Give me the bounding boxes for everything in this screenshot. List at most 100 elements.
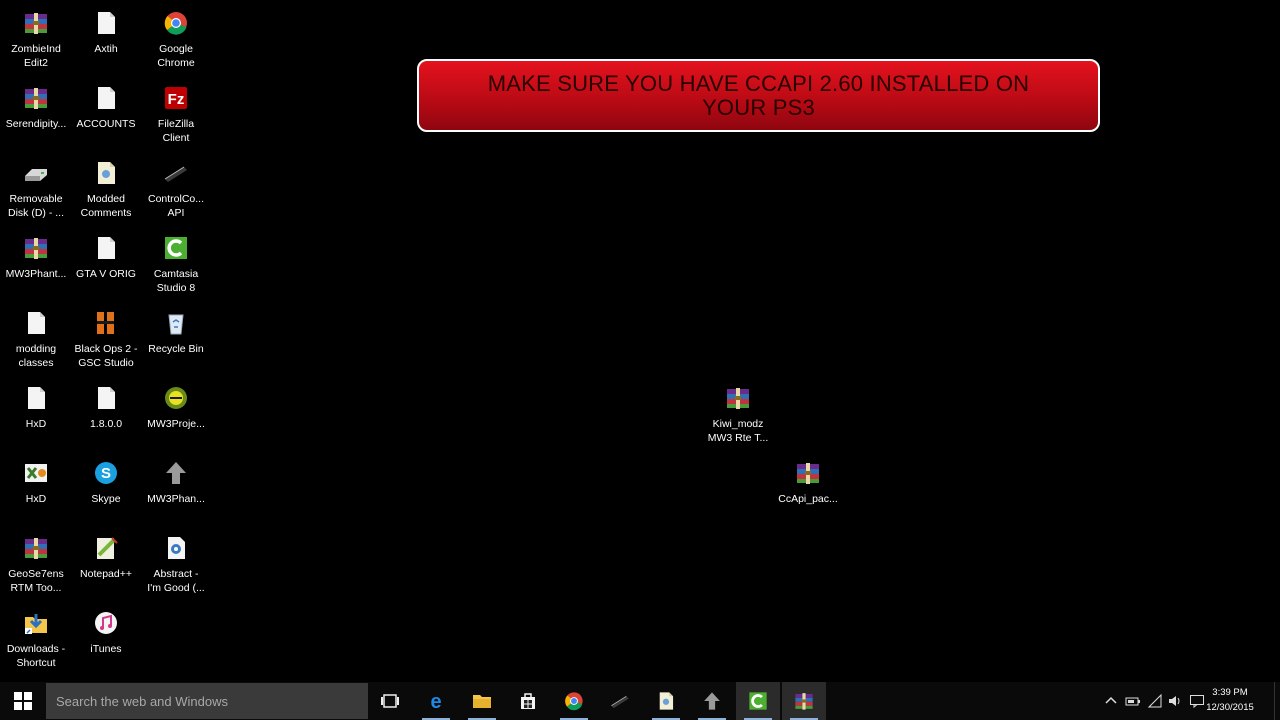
downloads-shortcut-icon	[21, 608, 51, 638]
desktop-icon-label: HxD	[25, 493, 47, 505]
desktop-icon[interactable]: 1.8.0.0	[71, 383, 141, 431]
battery-icon[interactable]	[1122, 682, 1144, 720]
chrome-icon	[563, 690, 585, 712]
control-console-api-icon	[609, 690, 631, 712]
desktop-icon-label: 1.8.0.0	[89, 418, 123, 430]
desktop-icon-label: HxD	[25, 418, 47, 430]
taskbar-button-mw3-phantom[interactable]	[690, 682, 734, 720]
store-icon	[517, 690, 539, 712]
text-file-icon	[91, 158, 121, 188]
desktop-icon[interactable]: modding classes	[1, 308, 71, 370]
winrar-archive-icon	[21, 83, 51, 113]
document-icon	[91, 8, 121, 38]
document-icon	[91, 83, 121, 113]
document-icon	[21, 308, 51, 338]
taskbar-button-store[interactable]	[506, 682, 550, 720]
desktop-icon[interactable]: HxD	[1, 383, 71, 431]
desktop-icon[interactable]: Camtasia Studio 8	[141, 233, 211, 295]
camtasia-icon	[161, 233, 191, 263]
desktop-icon[interactable]: HxD	[1, 458, 71, 506]
notifications-icon[interactable]	[1186, 682, 1208, 720]
desktop-icon-label: Camtasia Studio 8	[153, 268, 199, 294]
taskbar-button-controlconsole[interactable]	[598, 682, 642, 720]
desktop-icon[interactable]: Abstract - I'm Good (...	[141, 533, 211, 595]
text-file-icon	[655, 690, 677, 712]
desktop-icon-label: Skype	[91, 493, 121, 505]
notepad-plus-plus-icon	[91, 533, 121, 563]
chevron-up-icon[interactable]	[1100, 682, 1122, 720]
desktop-icon-label: ZombieInd Edit2	[11, 43, 61, 69]
desktop-icon[interactable]: Removable Disk (D) - ...	[1, 158, 71, 220]
svg-text:S: S	[101, 465, 111, 482]
taskbar: e 3:39 PM 12/30/2015	[0, 682, 1280, 720]
windows-logo-icon	[14, 692, 32, 710]
desktop-icon[interactable]: MW3Phan...	[141, 458, 211, 506]
document-icon	[91, 383, 121, 413]
desktop-icon[interactable]: MW3Proje...	[141, 383, 211, 431]
desktop-icon-label: ControlCo... API	[147, 193, 205, 219]
desktop-icon-label: Black Ops 2 - GSC Studio	[74, 343, 138, 369]
desktop-icon[interactable]: MW3Phant...	[1, 233, 71, 281]
taskbar-button-task-view[interactable]	[368, 682, 412, 720]
desktop-icon[interactable]: Kiwi_modz MW3 Rte T...	[703, 383, 773, 445]
desktop-icon[interactable]: Serendipity...	[1, 83, 71, 131]
desktop-icon-label: Removable Disk (D) - ...	[8, 193, 64, 219]
desktop-icon[interactable]: Fz FileZilla Client	[141, 83, 211, 145]
banner-text: MAKE SURE YOU HAVE CCAPI 2.60 INSTALLED …	[487, 70, 1030, 120]
mw3-phantom-icon	[701, 690, 723, 712]
desktop-icon[interactable]: Downloads - Shortcut	[1, 608, 71, 670]
desktop-icon[interactable]: ControlCo... API	[141, 158, 211, 220]
desktop-icon[interactable]: GeoSe7ens RTM Too...	[1, 533, 71, 595]
winrar-archive-icon	[21, 533, 51, 563]
desktop-icon[interactable]: iTunes	[71, 608, 141, 656]
edge-icon: e	[425, 690, 447, 712]
winrar-archive-icon	[793, 690, 815, 712]
desktop-icon-label: Notepad++	[80, 568, 132, 580]
show-desktop-button[interactable]	[1274, 682, 1280, 720]
audio-file-icon	[161, 533, 191, 563]
desktop-icon-label: Axtih	[94, 43, 118, 55]
desktop-icon[interactable]: ACCOUNTS	[71, 83, 141, 131]
desktop-icon[interactable]: Recycle Bin	[141, 308, 211, 356]
start-button[interactable]	[0, 682, 46, 720]
winrar-archive-icon	[793, 458, 823, 488]
gsc-studio-icon	[91, 308, 121, 338]
skype-icon: S	[91, 458, 121, 488]
desktop-icon[interactable]: Modded Comments	[71, 158, 141, 220]
desktop-icon-label: GeoSe7ens RTM Too...	[8, 568, 64, 594]
desktop-icon[interactable]: ZombieInd Edit2	[1, 8, 71, 70]
desktop-icon[interactable]: GTA V ORIG	[71, 233, 141, 281]
taskbar-button-camtasia[interactable]	[736, 682, 780, 720]
mw3-phantom-icon	[161, 458, 191, 488]
desktop-icon-label: Modded Comments	[80, 193, 132, 219]
desktop-icon-label: Kiwi_modz MW3 Rte T...	[707, 418, 769, 444]
hxd-app-icon	[21, 458, 51, 488]
taskbar-button-chrome[interactable]	[552, 682, 596, 720]
taskbar-button-notepad[interactable]	[644, 682, 688, 720]
folder-icon	[471, 690, 493, 712]
desktop-icon[interactable]: S Skype	[71, 458, 141, 506]
desktop-icon-label: MW3Phan...	[147, 493, 205, 505]
search-input[interactable]	[46, 683, 368, 719]
svg-text:e: e	[430, 691, 441, 712]
taskbar-button-edge[interactable]: e	[414, 682, 458, 720]
winrar-archive-icon	[723, 383, 753, 413]
winrar-archive-icon	[21, 233, 51, 263]
taskbar-button-winrar[interactable]	[782, 682, 826, 720]
desktop-icon-label: iTunes	[90, 643, 122, 655]
winrar-archive-icon	[21, 8, 51, 38]
desktop-icon[interactable]: Black Ops 2 - GSC Studio	[71, 308, 141, 370]
desktop-icon[interactable]: Google Chrome	[141, 8, 211, 70]
volume-icon[interactable]	[1164, 682, 1186, 720]
task-view-icon	[379, 690, 401, 712]
desktop-icon[interactable]: Axtih	[71, 8, 141, 56]
removable-drive-icon	[21, 158, 51, 188]
taskbar-button-file-explorer[interactable]	[460, 682, 504, 720]
itunes-icon	[91, 608, 121, 638]
warning-banner: MAKE SURE YOU HAVE CCAPI 2.60 INSTALLED …	[417, 59, 1100, 132]
network-icon[interactable]	[1144, 682, 1166, 720]
recycle-bin-icon	[161, 308, 191, 338]
desktop-icon[interactable]: Notepad++	[71, 533, 141, 581]
desktop-icon-label: CcApi_pac...	[778, 493, 838, 505]
desktop-icon[interactable]: CcApi_pac...	[773, 458, 843, 506]
